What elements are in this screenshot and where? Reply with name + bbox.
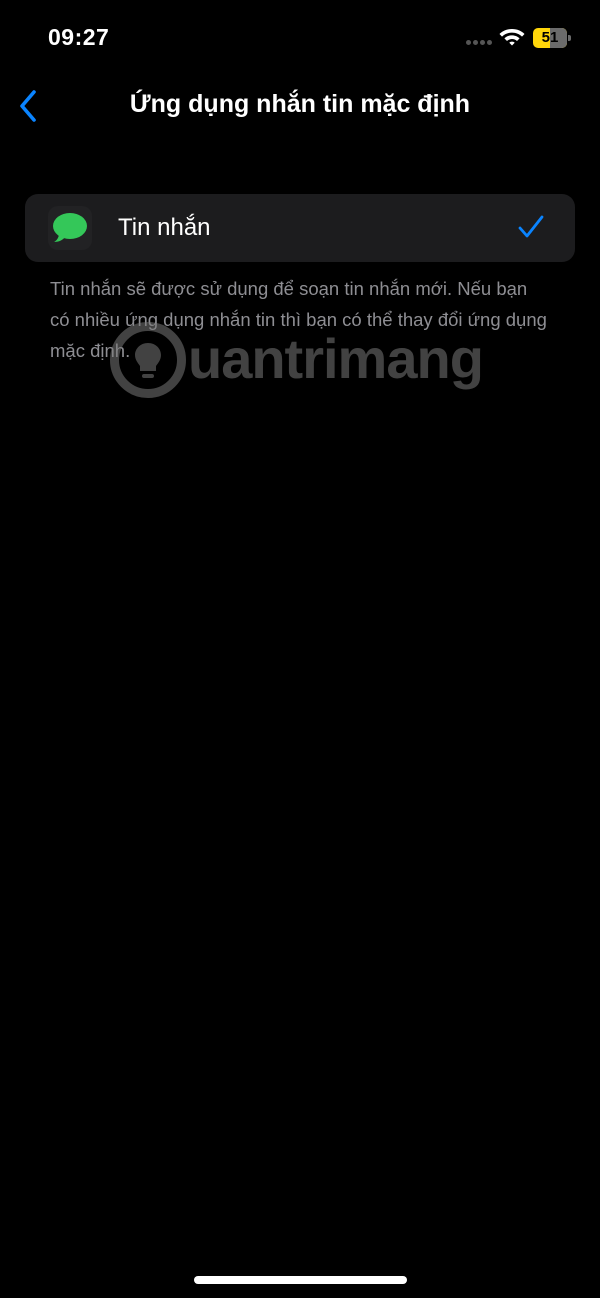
option-label: Tin nhắn [118, 214, 211, 241]
status-bar: 09:27 51 [0, 0, 600, 76]
messages-app-icon [48, 206, 92, 250]
page-title: Ứng dụng nhắn tin mặc định [129, 90, 471, 118]
status-time: 09:27 [48, 24, 110, 50]
checkmark-icon [518, 215, 544, 238]
battery-icon: 51 [533, 28, 571, 48]
home-indicator[interactable] [194, 1276, 407, 1284]
navigation-bar: Ứng dụng nhắn tin mặc định [0, 76, 600, 136]
back-button[interactable] [8, 84, 48, 128]
signal-dots-icon [466, 40, 492, 46]
option-description: Tin nhắn sẽ được sử dụng để soạn tin nhắ… [50, 278, 547, 361]
wifi-icon [499, 29, 525, 46]
option-messages[interactable]: Tin nhắn [25, 194, 575, 262]
chevron-left-icon [20, 90, 36, 122]
battery-level: 51 [541, 29, 559, 46]
